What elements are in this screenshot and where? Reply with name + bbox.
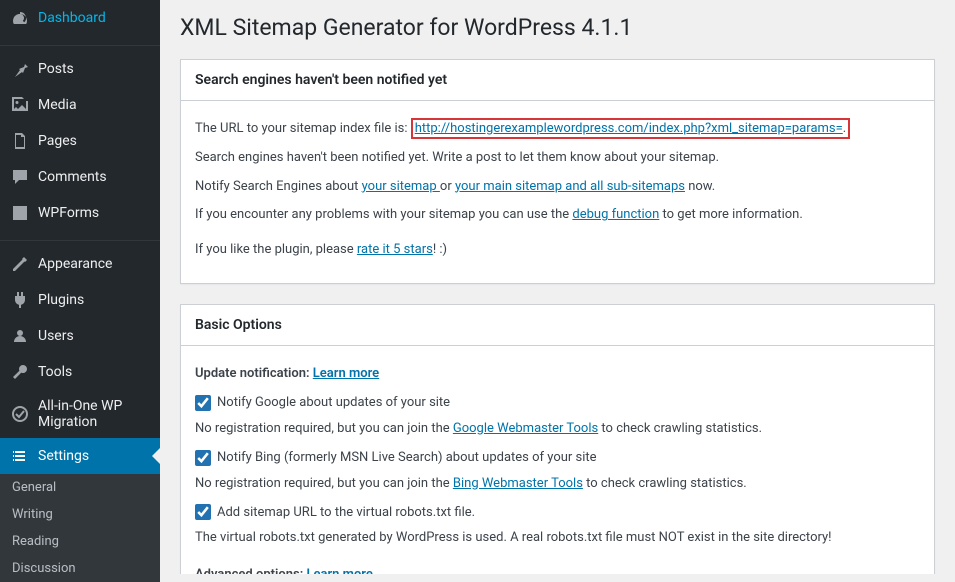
update-notification-row: Update notification: Learn more — [195, 364, 920, 385]
submenu-item-general[interactable]: General — [0, 474, 160, 501]
update-learn-more-link[interactable]: Learn more — [313, 366, 379, 381]
text: ! :) — [433, 242, 447, 257]
notice-line-3: Notify Search Engines about your sitemap… — [195, 177, 920, 198]
sidebar-item-users[interactable]: Users — [0, 318, 160, 354]
sidebar-item-label: Settings — [38, 448, 89, 464]
submenu-item-writing[interactable]: Writing — [0, 501, 160, 528]
notify-bing-desc: No registration required, but you can jo… — [195, 474, 920, 495]
robots-txt-label[interactable]: Add sitemap URL to the virtual robots.tx… — [217, 505, 475, 520]
sidebar-item-label: Posts — [38, 61, 74, 77]
sitemap-url-highlight: http://hostingerexamplewordpress.com/ind… — [411, 118, 850, 139]
text: to check crawling statistics. — [583, 476, 747, 491]
comments-icon — [10, 167, 30, 187]
text: No registration required, but you can jo… — [195, 421, 453, 436]
text: to get more information. — [659, 207, 802, 222]
notify-bing-row: Notify Bing (formerly MSN Live Search) a… — [195, 450, 920, 466]
sidebar-item-label: Dashboard — [38, 10, 106, 26]
pages-icon — [10, 131, 30, 151]
sidebar-item-label: All-in-One WP Migration — [38, 398, 152, 430]
sidebar-item-label: WPForms — [38, 205, 99, 221]
main-content: XML Sitemap Generator for WordPress 4.1.… — [160, 0, 955, 574]
notify-google-label[interactable]: Notify Google about updates of your site — [217, 395, 450, 410]
advanced-learn-more-link[interactable]: Learn more — [306, 567, 372, 574]
appearance-icon — [10, 254, 30, 274]
robots-txt-desc: The virtual robots.txt generated by Word… — [195, 528, 920, 549]
text: Update notification: — [195, 366, 310, 381]
menu-separator — [0, 236, 160, 241]
sidebar-item-label: Media — [38, 97, 77, 113]
settings-submenu: General Writing Reading Discussion — [0, 474, 160, 582]
text: If you like the plugin, please — [195, 242, 357, 257]
text: to check crawling statistics. — [598, 421, 762, 436]
sidebar-item-label: Tools — [38, 364, 72, 380]
rate-plugin-link[interactable]: rate it 5 stars — [357, 242, 433, 257]
media-icon — [10, 95, 30, 115]
pin-icon — [10, 59, 30, 79]
notice-line-2: Search engines haven't been notified yet… — [195, 148, 920, 169]
menu-separator — [0, 41, 160, 46]
text: The URL to your sitemap index file is: — [195, 121, 411, 136]
users-icon — [10, 326, 30, 346]
debug-function-link[interactable]: debug function — [572, 207, 659, 222]
bing-webmaster-link[interactable]: Bing Webmaster Tools — [453, 476, 583, 491]
admin-sidebar: Dashboard Posts Media Pages Comments WPF… — [0, 0, 160, 574]
submenu-item-discussion[interactable]: Discussion — [0, 555, 160, 582]
notify-all-sitemaps-link[interactable]: your main sitemap and all sub-sitemaps — [455, 179, 685, 194]
google-webmaster-link[interactable]: Google Webmaster Tools — [453, 421, 598, 436]
robots-txt-row: Add sitemap URL to the virtual robots.tx… — [195, 504, 920, 520]
sidebar-item-settings[interactable]: Settings — [0, 438, 160, 474]
text: No registration required, but you can jo… — [195, 476, 453, 491]
notice-line-5: If you like the plugin, please rate it 5… — [195, 240, 920, 261]
sidebar-item-media[interactable]: Media — [0, 87, 160, 123]
sidebar-item-label: Comments — [38, 169, 107, 185]
plugin-icon — [10, 290, 30, 310]
sidebar-item-posts[interactable]: Posts — [0, 51, 160, 87]
notify-bing-label[interactable]: Notify Bing (formerly MSN Live Search) a… — [217, 450, 597, 465]
migration-icon — [10, 404, 30, 424]
sidebar-item-appearance[interactable]: Appearance — [0, 246, 160, 282]
page-title: XML Sitemap Generator for WordPress 4.1.… — [180, 14, 935, 41]
basic-options-box: Basic Options Update notification: Learn… — [180, 304, 935, 574]
notify-bing-checkbox[interactable] — [195, 450, 211, 466]
notice-line-4: If you encounter any problems with your … — [195, 205, 920, 226]
sidebar-item-pages[interactable]: Pages — [0, 123, 160, 159]
notice-heading: Search engines haven't been notified yet — [181, 60, 934, 101]
sidebar-item-tools[interactable]: Tools — [0, 354, 160, 390]
sidebar-item-label: Appearance — [38, 256, 112, 272]
notice-box: Search engines haven't been notified yet… — [180, 59, 935, 284]
dashboard-icon — [10, 8, 30, 28]
settings-icon — [10, 446, 30, 466]
notify-google-row: Notify Google about updates of your site — [195, 395, 920, 411]
text: now. — [685, 179, 715, 194]
text: Notify Search Engines about — [195, 179, 362, 194]
sidebar-item-label: Plugins — [38, 292, 84, 308]
sidebar-item-dashboard[interactable]: Dashboard — [0, 0, 160, 36]
sidebar-item-label: Pages — [38, 133, 77, 149]
notify-google-desc: No registration required, but you can jo… — [195, 419, 920, 440]
sidebar-item-label: Users — [38, 328, 74, 344]
sitemap-url-link[interactable]: http://hostingerexamplewordpress.com/ind… — [415, 121, 843, 136]
tools-icon — [10, 362, 30, 382]
submenu-item-reading[interactable]: Reading — [0, 528, 160, 555]
text: Advanced options: — [195, 567, 303, 574]
advanced-options-row: Advanced options: Learn more — [195, 565, 920, 574]
sitemap-url-line: The URL to your sitemap index file is: h… — [195, 119, 920, 140]
wpforms-icon — [10, 203, 30, 223]
notify-sitemap-link[interactable]: your sitemap — [362, 179, 440, 194]
sidebar-item-plugins[interactable]: Plugins — [0, 282, 160, 318]
robots-txt-checkbox[interactable] — [195, 504, 211, 520]
sidebar-item-comments[interactable]: Comments — [0, 159, 160, 195]
notify-google-checkbox[interactable] — [195, 395, 211, 411]
sidebar-item-migration[interactable]: All-in-One WP Migration — [0, 390, 160, 438]
text: If you encounter any problems with your … — [195, 207, 572, 222]
sidebar-item-wpforms[interactable]: WPForms — [0, 195, 160, 231]
basic-options-heading: Basic Options — [181, 305, 934, 346]
text: or — [440, 179, 455, 194]
